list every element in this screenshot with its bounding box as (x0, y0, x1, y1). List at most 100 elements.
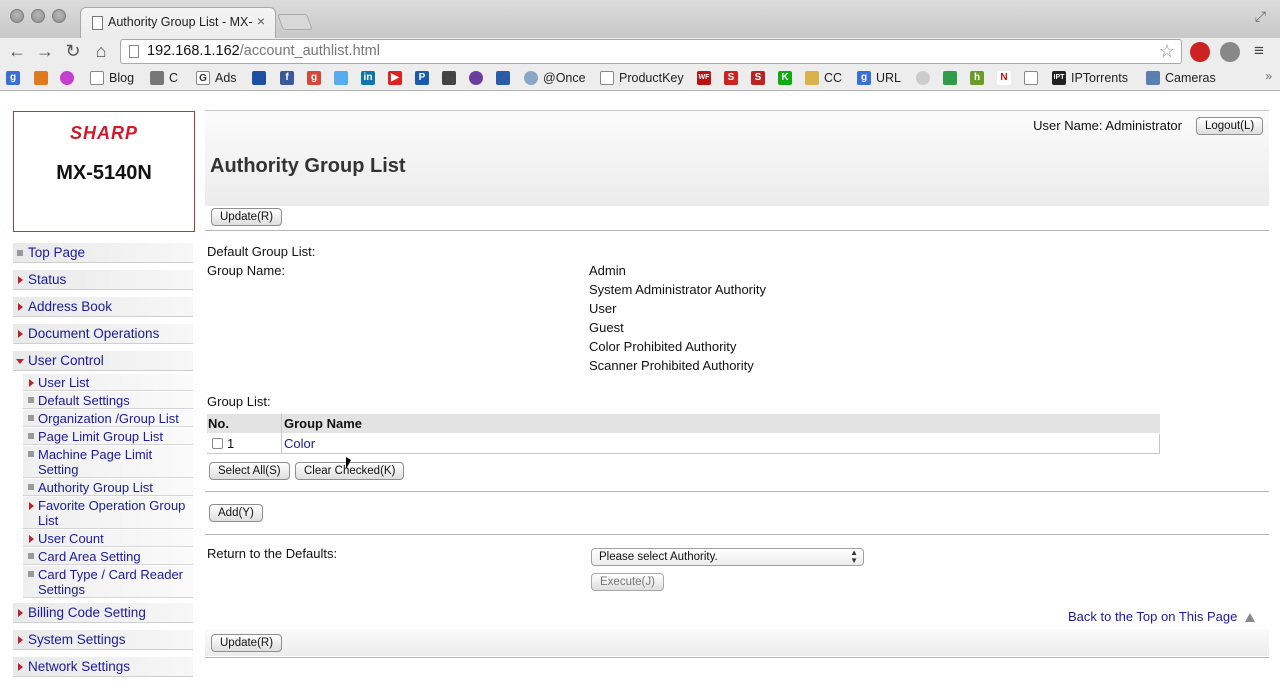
sidebar-subitem-default-settings[interactable]: Default Settings (23, 392, 193, 409)
home-icon[interactable]: ⌂ (90, 40, 112, 62)
bookmark-star-icon[interactable]: ☆ (1159, 41, 1175, 62)
close-window-button[interactable] (10, 9, 24, 23)
sidebar-subitem-label[interactable]: Machine Page Limit Setting (38, 447, 188, 477)
row-checkbox[interactable] (212, 438, 223, 449)
sidebar-subitem-user-list[interactable]: User List (23, 374, 193, 391)
bookmark-productkey[interactable]: ProductKey (600, 71, 684, 85)
close-tab-icon[interactable]: × (257, 13, 265, 29)
sidebar-subitem-label[interactable]: Default Settings (38, 393, 130, 408)
bookmark-gplus[interactable]: g (307, 71, 326, 85)
bookmark-wf[interactable]: WF (697, 71, 716, 85)
bookmark-at[interactable] (496, 71, 515, 85)
sidebar-subitem-organization-group-list[interactable]: Organization /Group List (23, 410, 193, 427)
sidebar-subitem-card-type-reader-settings[interactable]: Card Type / Card Reader Settings (23, 566, 193, 598)
bookmark-cc[interactable]: CC (805, 71, 842, 85)
sharp-logo: SHARP (69, 123, 138, 143)
bookmark-script[interactable]: S (751, 71, 770, 85)
execute-button[interactable]: Execute(J) (591, 573, 664, 591)
bookmark-doc[interactable] (1024, 71, 1043, 85)
sidebar-item-label[interactable]: System Settings (28, 632, 126, 647)
sidebar-subitem-authority-group-list[interactable]: Authority Group List (23, 479, 193, 496)
adblock-icon[interactable] (1190, 42, 1210, 62)
sidebar-subitem-label[interactable]: Card Type / Card Reader Settings (38, 567, 190, 597)
bookmark-paypal[interactable]: P (415, 71, 434, 85)
group-list-table: No. Group Name 1 Color (207, 414, 1160, 455)
sidebar-subitem-label[interactable]: Authority Group List (38, 480, 153, 495)
forward-icon[interactable]: → (34, 40, 56, 62)
sidebar-subitem-favorite-operation-group-list[interactable]: Favorite Operation Group List (23, 497, 193, 529)
zoom-window-button[interactable] (52, 9, 66, 23)
bookmark-h[interactable]: h (970, 71, 989, 85)
k-icon: K (778, 71, 792, 85)
bookmark-drive[interactable] (943, 71, 962, 85)
extension-icon[interactable] (1220, 42, 1240, 62)
new-tab-button[interactable] (277, 14, 313, 30)
bookmark-blog[interactable]: Blog (90, 71, 134, 85)
sidebar-item-label[interactable]: Address Book (28, 299, 112, 314)
fullscreen-icon[interactable]: ⤢ (1255, 8, 1266, 25)
bookmark-ads[interactable]: G Ads (196, 71, 237, 85)
bookmark-linkedin[interactable]: in (361, 71, 380, 85)
sidebar-subitem-label[interactable]: Organization /Group List (38, 411, 179, 426)
bookmark-peace[interactable] (469, 71, 488, 85)
sidebar-subitem-label[interactable]: User Count (38, 531, 104, 546)
sidebar-subitem-label[interactable]: Favorite Operation Group List (38, 498, 190, 528)
bookmark-cameras[interactable]: Cameras (1146, 71, 1216, 85)
reload-icon[interactable]: ↻ (62, 40, 84, 62)
sidebar-subitem-user-count[interactable]: User Count (23, 530, 193, 547)
sidebar-item-document-operations[interactable]: Document Operations (13, 324, 193, 344)
menu-icon[interactable]: ≡ (1254, 41, 1264, 61)
bookmark-c[interactable]: C (150, 71, 178, 85)
logout-button[interactable]: Logout(L) (1196, 117, 1264, 135)
sidebar-subitem-machine-page-limit-setting[interactable]: Machine Page Limit Setting (23, 446, 193, 478)
bookmark-picasa[interactable] (60, 71, 79, 85)
select-all-button[interactable]: Select All(S) (209, 462, 290, 480)
sidebar-item-top-page[interactable]: Top Page (13, 243, 193, 263)
sidebar-item-status[interactable]: Status (13, 270, 193, 290)
back-to-top-link[interactable]: Back to the Top on This Page (1068, 609, 1255, 624)
bookmark-youtube[interactable]: ▶ (388, 71, 407, 85)
minimize-window-button[interactable] (31, 9, 45, 23)
sidebar-item-label[interactable]: Top Page (28, 245, 85, 260)
sidebar-item-label[interactable]: User Control (28, 353, 104, 368)
page-icon (1024, 71, 1038, 85)
bookmark-k[interactable]: K (778, 71, 797, 85)
sidebar-item-system-settings[interactable]: System Settings (13, 630, 193, 650)
sidebar-subitem-label[interactable]: User List (38, 375, 89, 390)
sidebar-item-user-control[interactable]: User Control (13, 351, 193, 371)
bookmark-chase[interactable] (252, 71, 271, 85)
sidebar-subitem-page-limit-group-list[interactable]: Page Limit Group List (23, 428, 193, 445)
sidebar-item-network-settings[interactable]: Network Settings (13, 657, 193, 677)
sidebar-item-label[interactable]: Billing Code Setting (28, 605, 146, 620)
sidebar-subitem-label[interactable]: Card Area Setting (38, 549, 141, 564)
bookmark-iptorrents[interactable]: IPT IPTorrents (1052, 71, 1128, 85)
authority-select[interactable]: Please select Authority. ▲ ▼ (591, 548, 864, 566)
bookmark-url[interactable]: g URL (857, 71, 901, 85)
bookmarks-more-icon[interactable]: » (1265, 69, 1272, 83)
bookmark-reddit[interactable] (916, 71, 935, 85)
bookmark-bank[interactable] (442, 71, 461, 85)
group-name-link[interactable]: Color (284, 436, 315, 451)
add-button[interactable]: Add(Y) (209, 504, 263, 522)
bookmark-netflix[interactable]: N (997, 71, 1016, 85)
address-bar[interactable]: 192.168.1.162/account_authlist.html ☆ (120, 39, 1182, 64)
sidebar-item-address-book[interactable]: Address Book (13, 297, 193, 317)
bookmark-facebook[interactable]: f (280, 71, 299, 85)
bookmark-analytics[interactable] (34, 71, 53, 85)
sidebar-item-label[interactable]: Status (28, 272, 66, 287)
bookmark-twitter[interactable] (334, 71, 353, 85)
sidebar-subitem-label[interactable]: Page Limit Group List (38, 429, 163, 444)
column-header-group-name: Group Name (284, 416, 363, 431)
sidebar-item-label[interactable]: Network Settings (28, 659, 130, 674)
sidebar-item-billing-code-setting[interactable]: Billing Code Setting (13, 603, 193, 623)
back-icon[interactable]: ← (6, 40, 28, 62)
sidebar-item-label[interactable]: Document Operations (28, 326, 159, 341)
back-to-top-label[interactable]: Back to the Top on This Page (1068, 609, 1237, 624)
bookmark-once[interactable]: @Once (524, 71, 586, 85)
update-button-bottom[interactable]: Update(R) (211, 634, 283, 652)
sidebar-subitem-card-area-setting[interactable]: Card Area Setting (23, 548, 193, 565)
bookmark-google[interactable]: g (6, 71, 25, 85)
browser-tab[interactable]: Authority Group List - MX- × (80, 7, 276, 38)
bookmark-s[interactable]: S (724, 71, 743, 85)
update-button-top[interactable]: Update(R) (211, 208, 283, 226)
